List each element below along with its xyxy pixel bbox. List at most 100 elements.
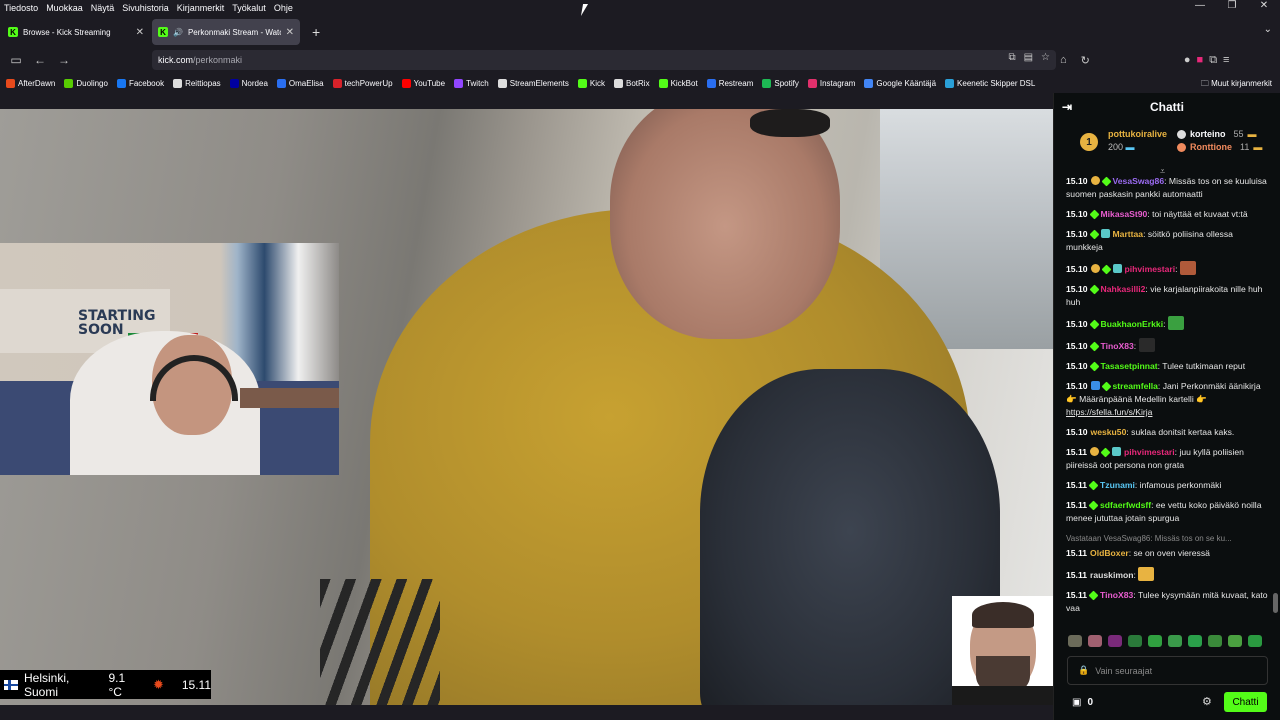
send-chat-button[interactable]: Chatti xyxy=(1224,692,1267,712)
forward-icon[interactable]: → xyxy=(52,53,76,67)
message-username[interactable]: Tzunami xyxy=(1100,480,1135,490)
minimize-icon[interactable]: — xyxy=(1184,0,1216,16)
emote-icon[interactable] xyxy=(1248,635,1262,647)
message-username[interactable]: VesaSwag86 xyxy=(1113,176,1165,186)
reader-icon[interactable]: ▤ xyxy=(1024,52,1033,63)
new-tab-icon[interactable]: + xyxy=(312,24,320,40)
chat-input[interactable]: 🔒 Vain seuraajat xyxy=(1067,656,1268,685)
message-username[interactable]: Nahkasilli2 xyxy=(1101,284,1146,294)
close-tab-icon[interactable]: ✕ xyxy=(286,27,294,38)
sidebar-icon[interactable]: ▭ xyxy=(4,53,28,67)
bookmark-item[interactable]: Facebook xyxy=(116,78,164,88)
chat-message[interactable]: 15.10 BuakhaonErkki: xyxy=(1066,316,1272,331)
emote-icon[interactable] xyxy=(1148,635,1162,647)
chat-message[interactable]: 15.10 Marttaa: söitkö poliisina ollessa m… xyxy=(1066,228,1272,254)
message-username[interactable]: TinoX83 xyxy=(1101,341,1134,351)
extension-icon[interactable]: ■ xyxy=(1197,54,1204,66)
emote-icon[interactable] xyxy=(1108,635,1122,647)
bookmark-item[interactable]: OmaElisa xyxy=(276,78,324,88)
tab-list-chevron-icon[interactable]: ⌄ xyxy=(1264,24,1272,35)
bookmark-item[interactable]: YouTube xyxy=(401,78,445,88)
bookmark-item[interactable]: Instagram xyxy=(807,78,855,88)
bookmark-item[interactable]: techPowerUp xyxy=(332,78,393,88)
chat-message[interactable]: 15.10 pihvimestari: xyxy=(1066,261,1272,276)
user-badge-icon xyxy=(1088,590,1099,601)
message-username[interactable]: pihvimestari xyxy=(1125,264,1176,274)
message-username[interactable]: MikasaSt90 xyxy=(1101,209,1148,219)
emote-icon[interactable] xyxy=(1068,635,1082,647)
tab-browse[interactable]: K Browse - Kick Streaming ✕ xyxy=(2,19,150,45)
close-window-icon[interactable]: ✕ xyxy=(1248,0,1280,16)
bookmark-star-icon[interactable]: ☆ xyxy=(1041,52,1050,63)
account-icon[interactable]: ● xyxy=(1184,54,1191,66)
back-icon[interactable]: ← xyxy=(28,53,52,67)
close-tab-icon[interactable]: ✕ xyxy=(136,27,144,38)
emote-icon[interactable] xyxy=(1168,635,1182,647)
reload-icon[interactable]: ↻ xyxy=(1081,54,1090,67)
gear-icon[interactable]: ⚙ xyxy=(1202,695,1212,708)
chat-scrollbar[interactable] xyxy=(1273,593,1278,613)
bookmark-item[interactable]: AfterDawn xyxy=(6,78,55,88)
chat-message[interactable]: 15.10 Nahkasilli2: vie karjalanpiirakoita… xyxy=(1066,283,1272,309)
bookmark-item[interactable]: Spotify xyxy=(762,78,799,88)
tab-stream[interactable]: K 🔊 Perkonmaki Stream - Watch ✕ xyxy=(152,19,300,45)
message-username[interactable]: Tasasetpinnat xyxy=(1101,361,1158,371)
emote-icon[interactable] xyxy=(1188,635,1202,647)
emote-icon[interactable] xyxy=(1088,635,1102,647)
chat-message[interactable]: 15.11 pihvimestari: juu kyllä poliisien p… xyxy=(1066,446,1272,472)
chat-message[interactable]: 15.10 wesku50: suklaa donitsit kertaa kak… xyxy=(1066,426,1272,439)
chat-message[interactable]: 15.11 rauskimon: xyxy=(1066,567,1272,582)
bookmark-item[interactable]: KickBot xyxy=(658,78,698,88)
chat-message[interactable]: 15.10 MikasaSt90: toi näyttää et kuvaat v… xyxy=(1066,208,1272,221)
bookmark-item[interactable]: Google Kääntäjä xyxy=(864,78,936,88)
picture-in-picture-icon[interactable]: ⧉ xyxy=(1008,52,1015,63)
extensions-icon[interactable]: ⧉ xyxy=(1209,54,1217,67)
menu-history[interactable]: Sivuhistoria xyxy=(118,3,173,13)
message-username[interactable]: streamfella xyxy=(1113,381,1158,391)
bookmark-item[interactable]: Restream xyxy=(706,78,753,88)
maximize-icon[interactable]: ❐ xyxy=(1216,0,1248,16)
bookmark-item[interactable]: StreamElements xyxy=(497,78,569,88)
bookmark-item[interactable]: Duolingo xyxy=(64,78,108,88)
points-icon[interactable]: ▣ xyxy=(1072,697,1081,708)
home-icon[interactable]: ⌂ xyxy=(1060,54,1067,66)
menu-file[interactable]: Tiedosto xyxy=(0,3,42,13)
collapse-chat-icon[interactable]: ⇥ xyxy=(1062,100,1072,114)
message-username[interactable]: Marttaa xyxy=(1113,229,1144,239)
menu-help[interactable]: Ohje xyxy=(270,3,297,13)
other-bookmarks[interactable]: 🗀 Muut kirjanmerkit xyxy=(1201,78,1272,92)
message-username[interactable]: OldBoxer xyxy=(1090,548,1129,558)
menu-view[interactable]: Näytä xyxy=(87,3,119,13)
emote-icon[interactable] xyxy=(1208,635,1222,647)
emote-icon[interactable] xyxy=(1228,635,1242,647)
message-username[interactable]: wesku50 xyxy=(1091,427,1127,437)
menu-edit[interactable]: Muokkaa xyxy=(42,3,87,13)
bookmark-item[interactable]: Twitch xyxy=(454,78,489,88)
message-link[interactable]: https://sfella.fun/s/Kirja xyxy=(1066,407,1152,417)
chat-message[interactable]: 15.11 OldBoxer: se on oven vieressä xyxy=(1066,547,1272,560)
chat-message[interactable]: 15.10 Tasasetpinnat: Tulee tutkimaan repu… xyxy=(1066,360,1272,373)
message-username[interactable]: sdfaerfwdsff xyxy=(1100,500,1151,510)
menu-bookmarks[interactable]: Kirjanmerkit xyxy=(173,3,229,13)
chat-message[interactable]: 15.11 sdfaerfwdsff: ee vettu koko päiväkö… xyxy=(1066,499,1272,525)
stream-video-player[interactable]: STARTING SOON xyxy=(0,109,1053,705)
bookmark-item[interactable]: Kick xyxy=(577,78,605,88)
address-bar[interactable]: kick.com/perkonmaki ⧉ ▤ ☆ xyxy=(152,50,1056,70)
message-username[interactable]: BuakhaonErkki xyxy=(1101,319,1164,329)
speaker-icon[interactable]: 🔊 xyxy=(173,28,183,37)
message-username[interactable]: pihvimestari xyxy=(1124,447,1175,457)
chat-message[interactable]: 15.11 Tzunami: infamous perkonmäki xyxy=(1066,479,1272,492)
chat-message[interactable]: 15.10 streamfella: Jani Perkonmäki ääniki… xyxy=(1066,380,1272,419)
chat-message[interactable]: 15.10 VesaSwag86: Missäs tos on se kuului… xyxy=(1066,175,1272,201)
menu-tools[interactable]: Työkalut xyxy=(228,3,270,13)
chat-message[interactable]: 15.11 TinoX83: Tulee kysymään mitä kuvaat… xyxy=(1066,589,1272,615)
bookmark-item[interactable]: Keenetic Skipper DSL xyxy=(945,78,1035,88)
message-username[interactable]: TinoX83 xyxy=(1100,590,1133,600)
emote-icon[interactable] xyxy=(1128,635,1142,647)
message-username[interactable]: rauskimon xyxy=(1090,570,1133,580)
chat-message[interactable]: 15.10 TinoX83: xyxy=(1066,338,1272,353)
bookmark-item[interactable]: BotRix xyxy=(614,78,650,88)
bookmark-item[interactable]: Nordea xyxy=(229,78,268,88)
bookmark-item[interactable]: Reittiopas xyxy=(173,78,221,88)
hamburger-menu-icon[interactable]: ≡ xyxy=(1223,54,1229,66)
